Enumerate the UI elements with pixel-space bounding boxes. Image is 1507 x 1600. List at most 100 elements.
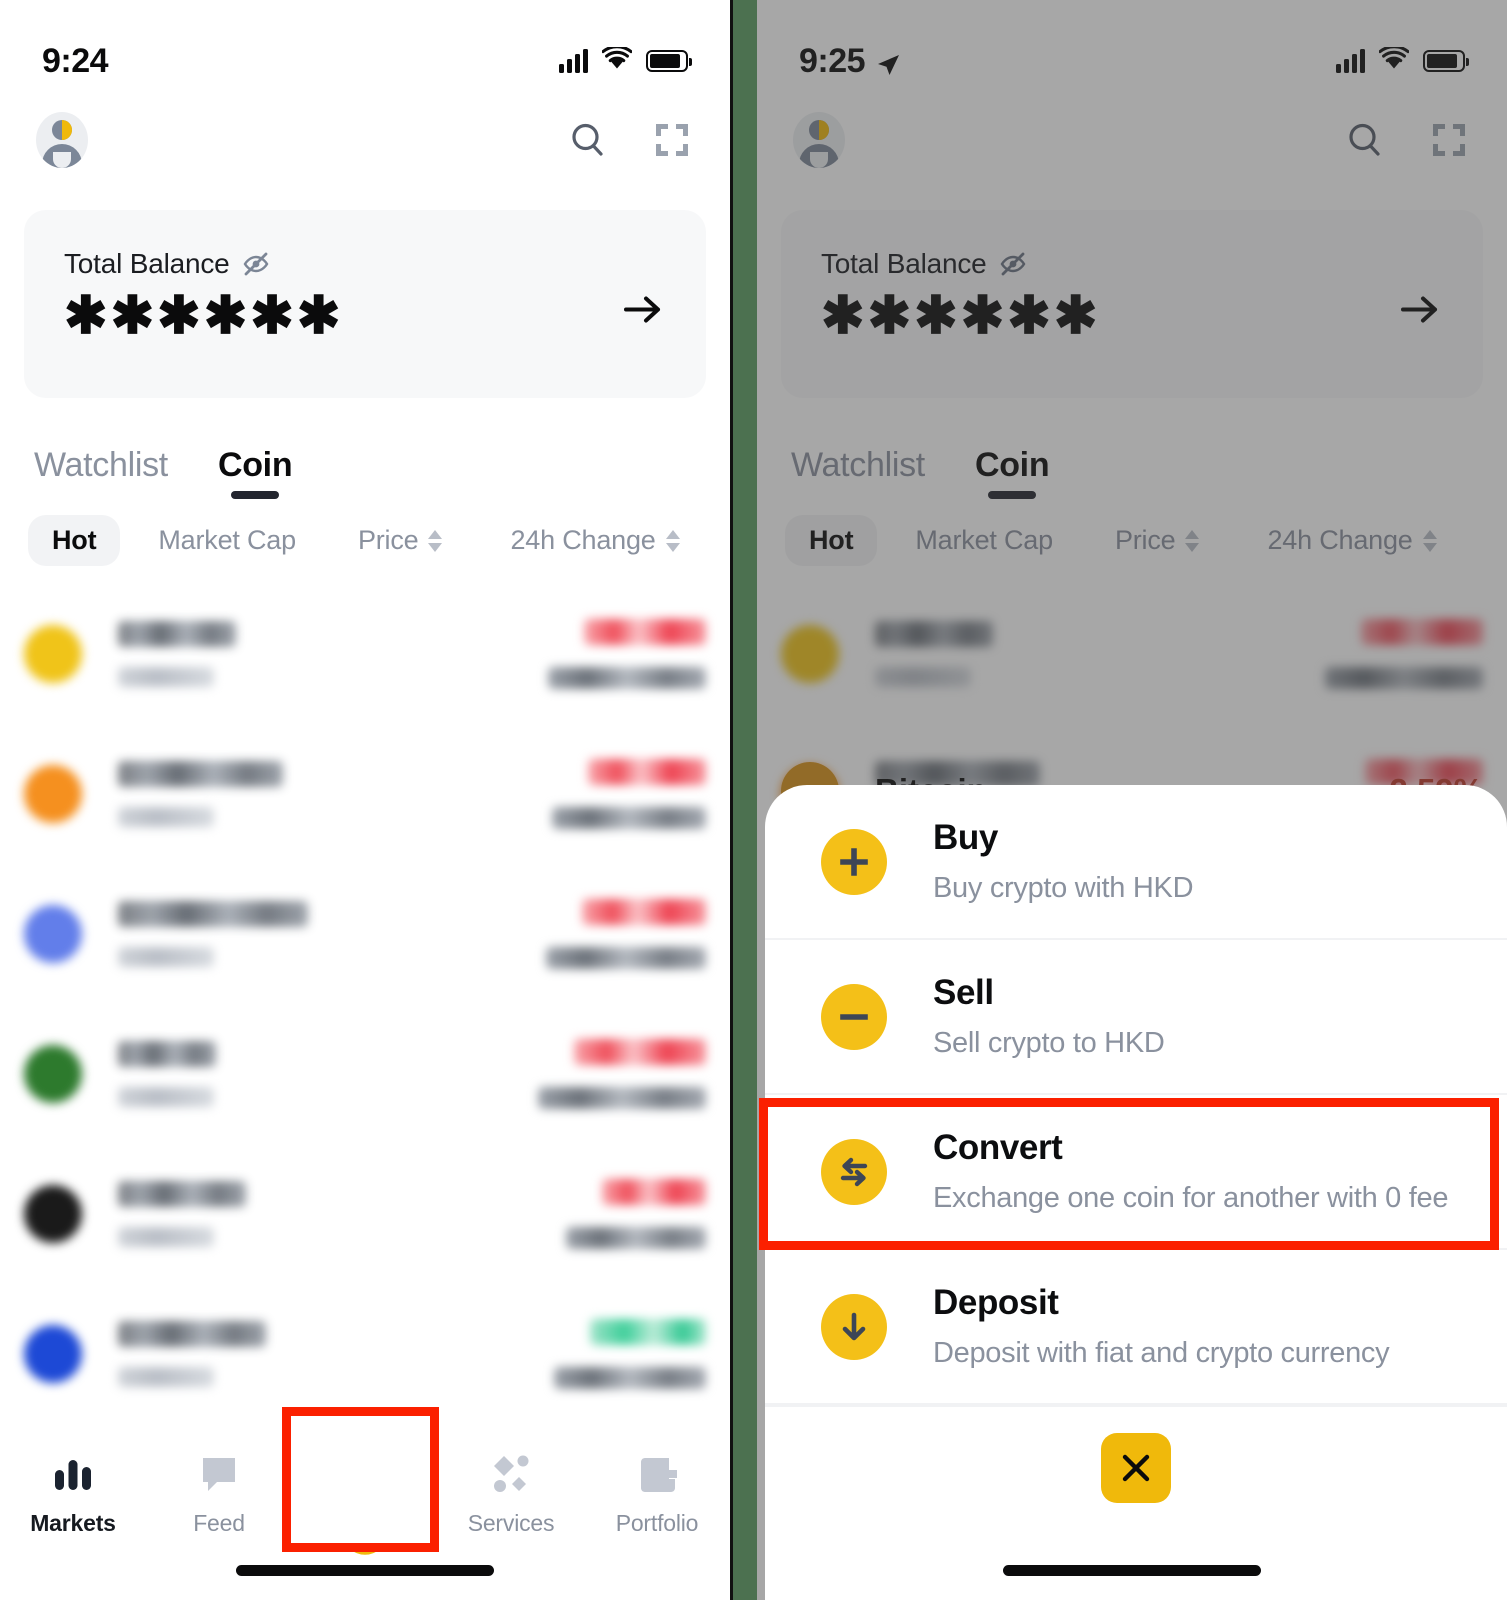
coin-icon: [24, 1185, 82, 1243]
coin-row[interactable]: [24, 1004, 706, 1144]
home-indicator: [236, 1565, 494, 1576]
coin-row[interactable]: [24, 1144, 706, 1284]
chip-price-label: Price: [357, 525, 419, 555]
status-indicators: [1336, 45, 1469, 75]
convert-swap-fab-icon[interactable]: [297, 1428, 433, 1564]
bar-chart-icon: [51, 1450, 95, 1498]
nav-label-markets: Markets: [30, 1510, 116, 1536]
coin-price: [554, 1367, 706, 1389]
sort-arrows-icon[interactable]: [1185, 529, 1200, 552]
close-x-icon[interactable]: [1101, 1433, 1171, 1503]
coin-symbol: [118, 1227, 214, 1247]
chip-24h-change-label: 24h Change: [1267, 525, 1413, 555]
home-indicator: [1003, 1565, 1261, 1576]
location-arrow-icon: [875, 48, 901, 75]
app-header-right: [757, 92, 1507, 188]
cellular-signal-icon: [559, 49, 588, 73]
plus-icon: [821, 828, 887, 895]
sheet-item-sell[interactable]: Sell Sell crypto to HKD: [765, 940, 1507, 1095]
nav-item-services[interactable]: Services: [445, 1450, 577, 1537]
tab-coin[interactable]: Coin: [218, 446, 293, 499]
eye-off-icon[interactable]: [999, 250, 1027, 278]
arrow-right-icon[interactable]: [620, 287, 666, 333]
chip-market-cap[interactable]: Market Cap: [158, 525, 296, 556]
coin-name: [118, 901, 308, 927]
tab-watchlist[interactable]: Watchlist: [791, 446, 925, 499]
coin-price: [546, 947, 706, 969]
scan-qr-icon[interactable]: [1427, 118, 1471, 162]
sheet-item-buy-text: Buy Buy crypto with HKD: [933, 818, 1194, 905]
sort-arrows-icon[interactable]: [1422, 529, 1437, 552]
balance-label: Total Balance: [64, 248, 230, 279]
nav-item-convert-fab[interactable]: [297, 1428, 433, 1564]
chip-hot[interactable]: Hot: [28, 515, 121, 566]
coin-name: [118, 1041, 216, 1067]
chip-price[interactable]: Price: [358, 525, 443, 556]
search-icon[interactable]: [566, 118, 610, 162]
status-time: 9:25: [799, 42, 901, 81]
coin-stats-block: [406, 1039, 706, 1109]
sheet-item-convert[interactable]: Convert Exchange one coin for another wi…: [765, 1095, 1507, 1250]
coin-stats-block: [406, 899, 706, 969]
battery-icon: [1423, 50, 1469, 72]
tab-watchlist[interactable]: Watchlist: [34, 446, 168, 499]
coin-symbol: [118, 947, 214, 967]
coin-icon: [24, 1045, 82, 1103]
balance-card[interactable]: Total Balance ✱✱✱✱✱✱: [24, 210, 706, 398]
search-icon[interactable]: [1343, 118, 1387, 162]
nav-item-portfolio[interactable]: Portfolio: [591, 1450, 723, 1537]
market-tabs: Watchlist Coin: [757, 398, 1507, 499]
coin-name: [118, 761, 283, 787]
coin-row[interactable]: [24, 864, 706, 1004]
coin-24h-change: [584, 619, 706, 645]
nav-item-feed[interactable]: Feed: [153, 1450, 285, 1537]
sheet-item-buy[interactable]: Buy Buy crypto with HKD: [765, 785, 1507, 940]
wifi-icon: [1378, 45, 1410, 75]
sheet-item-sell-title: Sell: [933, 973, 994, 1012]
nav-label-services: Services: [467, 1510, 555, 1536]
sheet-footer: [765, 1405, 1507, 1565]
coin-row[interactable]: [24, 584, 706, 724]
coin-icon: [24, 765, 82, 823]
coin-icon: [781, 625, 839, 683]
chip-price[interactable]: Price: [1115, 525, 1200, 556]
battery-icon: [646, 50, 692, 72]
sheet-item-deposit-title: Deposit: [933, 1283, 1059, 1322]
avatar[interactable]: [793, 112, 845, 168]
avatar[interactable]: [36, 112, 88, 168]
nav-item-markets[interactable]: Markets: [7, 1450, 139, 1537]
coin-stats-block: [406, 1319, 706, 1389]
coin-row[interactable]: [24, 724, 706, 864]
coin-24h-change: [602, 1179, 706, 1205]
chip-market-cap-label: Market Cap: [915, 525, 1053, 555]
balance-card[interactable]: Total Balance ✱✱✱✱✱✱: [781, 210, 1483, 398]
coin-row[interactable]: [24, 1284, 706, 1424]
coin-symbol: [118, 807, 214, 827]
chip-24h-change[interactable]: 24h Change: [1267, 525, 1437, 556]
status-time: 9:24: [42, 42, 109, 81]
coin-24h-change: [1361, 619, 1483, 645]
chip-hot[interactable]: Hot: [785, 515, 878, 566]
arrow-right-icon[interactable]: [1397, 287, 1443, 333]
coin-row[interactable]: [781, 584, 1483, 724]
header-actions: [1343, 118, 1471, 162]
tab-coin[interactable]: Coin: [975, 446, 1050, 499]
market-tabs: Watchlist Coin: [0, 398, 730, 499]
sort-arrows-icon[interactable]: [428, 529, 443, 552]
rss-feed-icon: [197, 1450, 241, 1498]
chip-market-cap[interactable]: Market Cap: [915, 525, 1053, 556]
balance-label-row: Total Balance: [821, 248, 1447, 280]
eye-off-icon[interactable]: [242, 250, 270, 278]
left-phone-screen: 9:24 Total Balance ✱✱✱✱✱✱ Watchlist Coin…: [0, 0, 730, 1600]
sort-arrows-icon[interactable]: [665, 529, 680, 552]
coin-stats-block: [1183, 619, 1483, 689]
chip-24h-change[interactable]: 24h Change: [510, 525, 680, 556]
chip-price-label: Price: [1114, 525, 1176, 555]
wifi-icon: [601, 45, 633, 75]
coin-name-block: [118, 1041, 406, 1107]
chip-24h-change-label: 24h Change: [510, 525, 656, 555]
coin-icon: [24, 1325, 82, 1383]
scan-qr-icon[interactable]: [650, 118, 694, 162]
coin-name-block: [118, 901, 406, 967]
sheet-item-deposit[interactable]: Deposit Deposit with fiat and crypto cur…: [765, 1250, 1507, 1405]
